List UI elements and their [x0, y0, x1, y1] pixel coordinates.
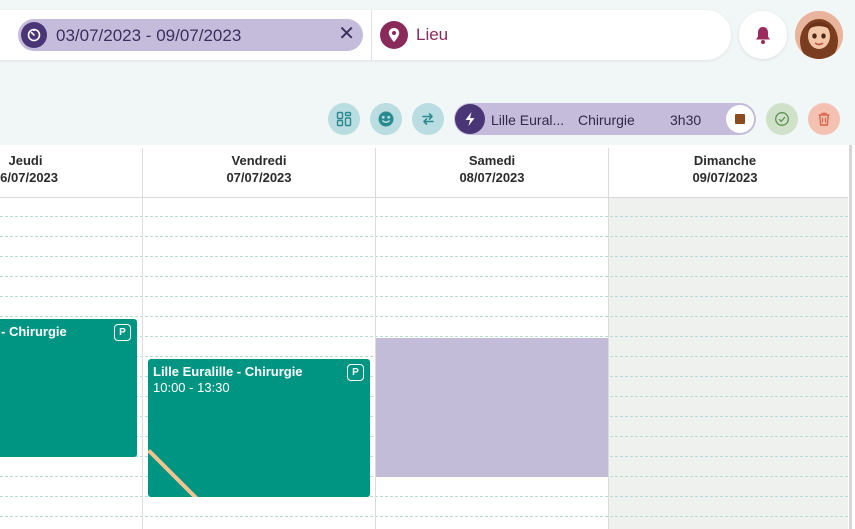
- event-card-friday[interactable]: Lille Euralille - Chirurgie 10:00 - 13:3…: [148, 359, 370, 497]
- shift-duration: 3h30: [670, 112, 702, 128]
- swap-arrows-icon: [422, 113, 434, 125]
- layout-icon: [336, 111, 352, 127]
- unavailable-slot[interactable]: [376, 338, 608, 477]
- event-title: - Chirurgie: [1, 324, 67, 339]
- header-border: [0, 197, 848, 198]
- search-divider: [371, 10, 372, 60]
- day-name: Jeudi: [8, 153, 43, 168]
- stop-shift-button[interactable]: [726, 105, 754, 133]
- view-layout-button[interactable]: [328, 103, 360, 135]
- event-card-thursday[interactable]: - Chirurgie P: [0, 319, 137, 457]
- week-calendar: Jeudi 06/07/2023 Vendredi 07/07/2023 Sam…: [0, 145, 848, 529]
- sunday-column-bg: [609, 198, 848, 529]
- day-date: 07/07/2023: [226, 170, 292, 185]
- day-header-sunday: Dimanche 09/07/2023: [609, 145, 841, 197]
- event-badge: P: [347, 364, 364, 381]
- column-divider: [608, 148, 609, 529]
- grid-line: [0, 316, 848, 317]
- grid-line: [0, 216, 848, 217]
- notifications-button[interactable]: [739, 11, 787, 59]
- timer-icon: [21, 22, 47, 48]
- shift-service: Chirurgie: [578, 112, 635, 128]
- column-divider: [142, 148, 143, 529]
- grid-line: [0, 516, 848, 517]
- swap-button[interactable]: [412, 103, 444, 135]
- mood-button[interactable]: [370, 103, 402, 135]
- shift-site: Lille Eural...: [491, 112, 565, 128]
- close-icon[interactable]: ✕: [338, 23, 355, 45]
- validate-button[interactable]: [766, 103, 798, 135]
- stop-icon: [735, 114, 745, 124]
- smiley-icon: [378, 111, 394, 127]
- check-circle-icon: [775, 112, 789, 126]
- day-name: Vendredi: [231, 153, 287, 168]
- scrollbar-track[interactable]: [849, 145, 852, 529]
- day-date: 08/07/2023: [459, 170, 525, 185]
- grid-line: [0, 276, 848, 277]
- day-name: Dimanche: [693, 153, 757, 168]
- lightning-icon: [455, 104, 485, 134]
- grid-line: [0, 496, 848, 497]
- event-badge: P: [114, 324, 131, 341]
- grid-line: [0, 256, 848, 257]
- day-header-friday: Vendredi 07/07/2023: [143, 145, 375, 197]
- avatar[interactable]: [795, 11, 843, 59]
- column-divider: [375, 148, 376, 529]
- grid-line: [0, 236, 848, 237]
- event-title: Lille Euralille - Chirurgie: [153, 364, 303, 379]
- bell-icon: [756, 27, 770, 44]
- event-time: 10:00 - 13:30: [153, 380, 230, 395]
- top-bar: 03/07/2023 - 09/07/2023 ✕ Lieu: [0, 0, 855, 64]
- day-date: 06/07/2023: [0, 170, 59, 185]
- scrollbar[interactable]: [848, 145, 855, 529]
- day-name: Samedi: [468, 153, 516, 168]
- day-date: 09/07/2023: [692, 170, 758, 185]
- map-pin-icon: [380, 21, 408, 49]
- date-range-text: 03/07/2023 - 09/07/2023: [56, 26, 242, 45]
- search-bar: 03/07/2023 - 09/07/2023 ✕ Lieu: [0, 10, 731, 60]
- day-header-saturday: Samedi 08/07/2023: [376, 145, 608, 197]
- day-header-thursday: Jeudi 06/07/2023: [0, 145, 142, 197]
- delete-button[interactable]: [808, 103, 840, 135]
- location-input[interactable]: Lieu: [416, 25, 448, 45]
- active-shift-pill[interactable]: Lille Eural... Chirurgie 3h30: [454, 103, 756, 135]
- grid-line: [0, 296, 848, 297]
- trash-icon: [818, 112, 830, 126]
- event-stripe: [148, 449, 200, 497]
- date-range-chip[interactable]: 03/07/2023 - 09/07/2023 ✕: [18, 19, 363, 51]
